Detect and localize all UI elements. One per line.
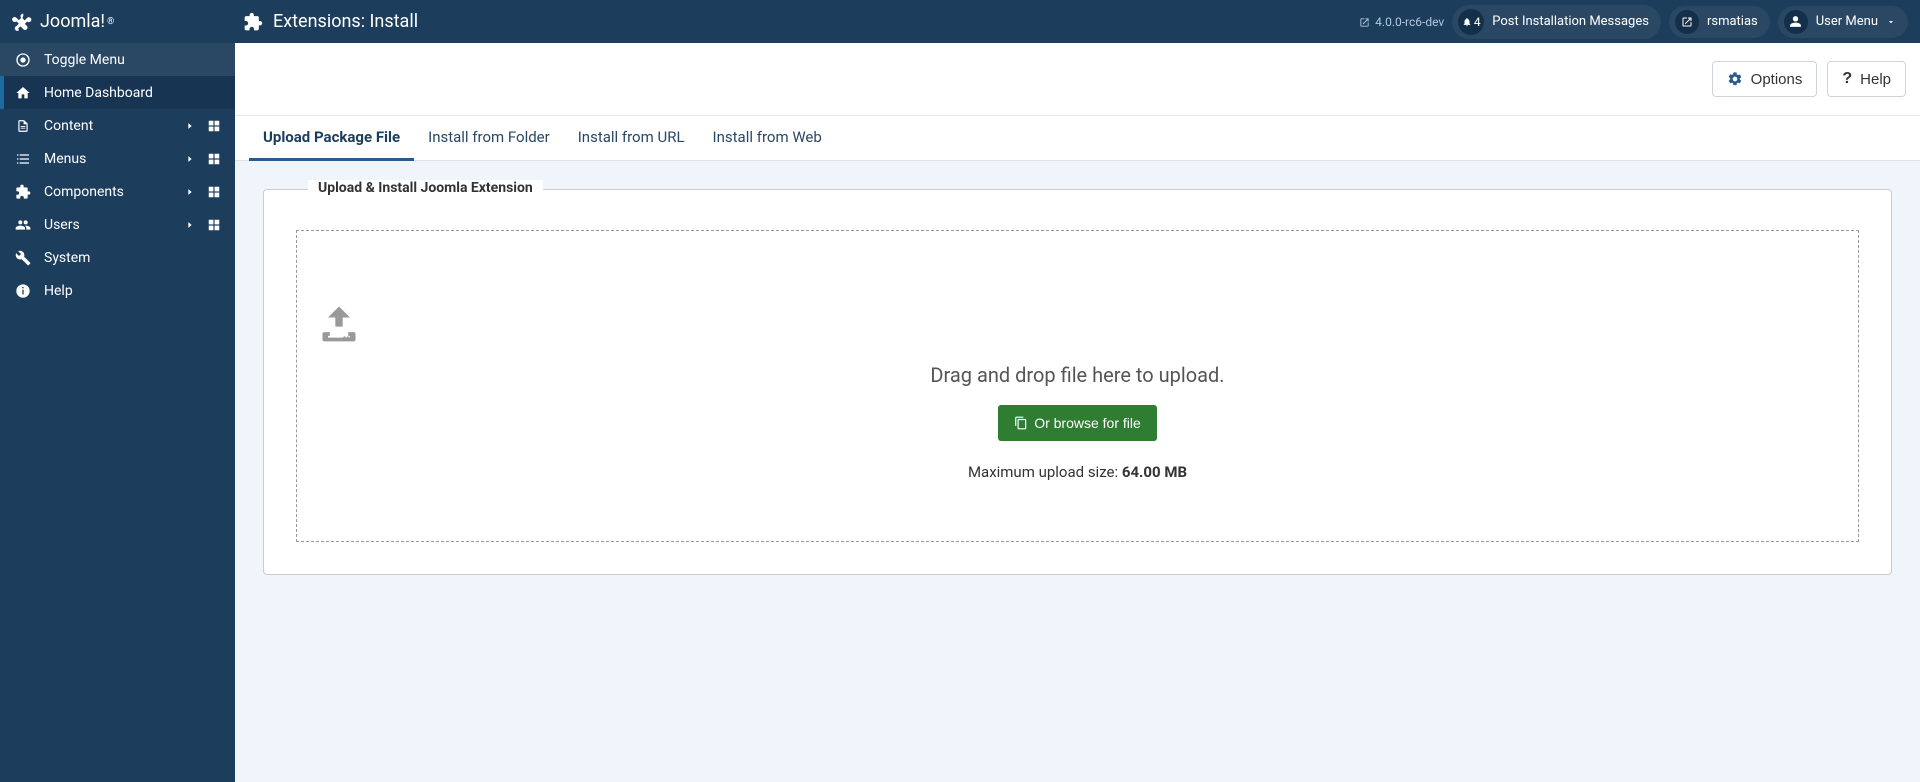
- external-icon: [1359, 17, 1370, 28]
- gear-icon: [1727, 71, 1743, 87]
- toolbar: Options ? Help: [235, 43, 1920, 116]
- chevron-right-icon: [181, 154, 199, 164]
- home-icon: [12, 85, 34, 101]
- sidebar-item-label: Components: [44, 184, 181, 200]
- version-tag[interactable]: 4.0.0-rc6-dev: [1359, 15, 1444, 29]
- joomla-icon: [12, 12, 34, 32]
- notifications-pill[interactable]: 4 Post Installation Messages: [1452, 5, 1661, 39]
- dashboard-icon[interactable]: [205, 152, 223, 166]
- file-icon: [12, 118, 34, 134]
- drop-zone[interactable]: Drag and drop file here to upload. Or br…: [296, 230, 1859, 542]
- browse-button[interactable]: Or browse for file: [998, 405, 1157, 441]
- frontend-username: rsmatias: [1707, 14, 1758, 29]
- tab-upload-package-file[interactable]: Upload Package File: [249, 116, 414, 161]
- tab-install-from-url[interactable]: Install from URL: [564, 116, 699, 160]
- info-icon: [12, 283, 34, 299]
- sidebar-item-menus[interactable]: Menus: [0, 142, 235, 175]
- question-icon: ?: [1842, 70, 1852, 88]
- chevron-right-icon: [181, 121, 199, 131]
- tab-install-from-web[interactable]: Install from Web: [699, 116, 836, 160]
- page-title-wrap: Extensions: Install: [235, 11, 1359, 32]
- sidebar-item-help[interactable]: Help: [0, 274, 235, 307]
- tab-install-from-folder[interactable]: Install from Folder: [414, 116, 564, 160]
- toggle-icon: [12, 52, 34, 68]
- toggle-label: Toggle Menu: [44, 52, 223, 68]
- sidebar-item-label: System: [44, 250, 223, 266]
- content-card: Upload Package FileInstall from FolderIn…: [235, 116, 1920, 603]
- brand-logo[interactable]: Joomla! ®: [0, 0, 235, 43]
- sidebar-item-label: Help: [44, 283, 223, 299]
- page-title: Extensions: Install: [273, 11, 418, 32]
- chevron-down-icon: [1886, 17, 1896, 27]
- user-icon: [1789, 15, 1802, 28]
- tabs: Upload Package FileInstall from FolderIn…: [235, 116, 1920, 161]
- brand-text: Joomla!: [40, 11, 105, 32]
- user-menu-pill[interactable]: User Menu: [1778, 6, 1908, 38]
- external-icon: [1681, 16, 1693, 28]
- sidebar-item-home-dashboard[interactable]: Home Dashboard: [0, 76, 235, 109]
- chevron-right-icon: [181, 187, 199, 197]
- sidebar: Toggle Menu Home Dashboard Content Menus Co…: [0, 43, 235, 782]
- puzzle-icon: [243, 12, 263, 32]
- tab-content: Upload & Install Joomla Extension Drag a…: [235, 161, 1920, 603]
- upload-fieldset: Upload & Install Joomla Extension Drag a…: [263, 189, 1892, 575]
- bell-icon: [1462, 17, 1472, 27]
- sidebar-item-label: Content: [44, 118, 181, 134]
- list-icon: [12, 151, 34, 167]
- sidebar-item-label: Users: [44, 217, 181, 233]
- wrench-icon: [12, 250, 34, 266]
- sidebar-item-system[interactable]: System: [0, 241, 235, 274]
- frontend-link-pill[interactable]: rsmatias: [1669, 6, 1770, 38]
- puzzle-icon: [12, 184, 34, 200]
- users-icon: [12, 217, 34, 233]
- topbar: Joomla! ® Extensions: Install 4.0.0-rc6-…: [0, 0, 1920, 43]
- main-content: Options ? Help Upload Package FileInstal…: [235, 43, 1920, 782]
- notifications-label: Post Installation Messages: [1492, 14, 1649, 29]
- dashboard-icon[interactable]: [205, 185, 223, 199]
- toggle-menu[interactable]: Toggle Menu: [0, 43, 235, 76]
- dashboard-icon[interactable]: [205, 218, 223, 232]
- sidebar-item-label: Menus: [44, 151, 181, 167]
- user-menu-label: User Menu: [1816, 14, 1878, 29]
- dashboard-icon[interactable]: [205, 119, 223, 133]
- help-button[interactable]: ? Help: [1827, 61, 1906, 97]
- fieldset-legend: Upload & Install Joomla Extension: [308, 180, 543, 196]
- options-button[interactable]: Options: [1712, 61, 1818, 97]
- copy-icon: [1014, 416, 1028, 430]
- sidebar-item-content[interactable]: Content: [0, 109, 235, 142]
- max-upload-text: Maximum upload size: 64.00 MB: [317, 463, 1838, 481]
- notification-count: 4: [1474, 15, 1481, 29]
- sidebar-item-users[interactable]: Users: [0, 208, 235, 241]
- topbar-right: 4.0.0-rc6-dev 4 Post Installation Messag…: [1359, 5, 1920, 39]
- sidebar-item-label: Home Dashboard: [44, 85, 223, 101]
- upload-icon: [317, 301, 1838, 345]
- sidebar-item-components[interactable]: Components: [0, 175, 235, 208]
- chevron-right-icon: [181, 220, 199, 230]
- drop-text: Drag and drop file here to upload.: [317, 363, 1838, 387]
